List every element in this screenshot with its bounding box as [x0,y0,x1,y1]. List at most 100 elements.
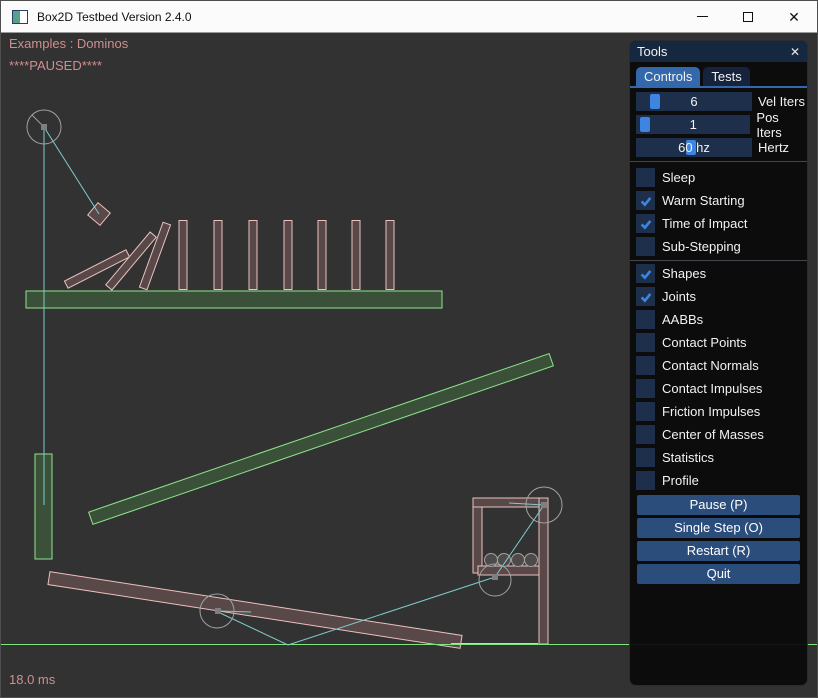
domino-fallen [139,222,170,290]
checkbox-group: Sleep Warm Starting Time of Impact Sub-Step… [630,168,807,490]
checkbox-label: AABBs [662,312,703,327]
checkbox-row: Center of Masses [636,425,807,444]
frame-left-post [473,507,482,573]
checkbox-row: Friction Impulses [636,402,807,421]
app-icon [12,10,28,24]
checkbox-warm-starting[interactable] [636,191,655,210]
checkbox-statistics[interactable] [636,448,655,467]
slider-row: 1Pos Iters [636,115,807,134]
separator [630,161,807,162]
slider-hertz[interactable]: 60 hz [636,138,752,157]
button-group: Pause (P) Single Step (O) Restart (R) Quit [630,495,807,584]
domino [284,221,292,290]
check-icon [639,194,653,208]
checkbox-row: Profile [636,471,807,490]
checkbox-contact-points[interactable] [636,333,655,352]
joint-anchor [215,608,221,614]
tab-controls[interactable]: Controls [636,67,700,86]
checkbox-label: Contact Points [662,335,747,350]
domino [249,221,257,290]
checkbox-profile[interactable] [636,471,655,490]
slider-value: 60 hz [636,138,752,157]
checkbox-aabbs[interactable] [636,310,655,329]
checkbox-row: Sleep [636,168,807,187]
checkbox-row: Contact Points [636,333,807,352]
checkbox-row: Warm Starting [636,191,807,210]
button-quit[interactable]: Quit [637,564,800,584]
checkbox-friction-impulses[interactable] [636,402,655,421]
checkbox-row: Time of Impact [636,214,807,233]
checkbox-time-of-impact[interactable] [636,214,655,233]
domino [214,221,222,290]
slider-label: Hertz [758,140,789,155]
checkbox-row: Statistics [636,448,807,467]
slider-vel-iters[interactable]: 6 [636,92,752,111]
checkbox-row: Contact Impulses [636,379,807,398]
checkbox-row: Joints [636,287,807,306]
canvas-area: Examples : Dominos ****PAUSED**** 18.0 m… [1,33,817,697]
button-pause-p[interactable]: Pause (P) [637,495,800,515]
slider-label: Vel Iters [758,94,805,109]
checkbox-label: Sleep [662,170,695,185]
example-label: Examples : Dominos [9,36,128,51]
checkbox-label: Joints [662,289,696,304]
seesaw-plank [48,572,462,649]
joint-line [44,127,99,214]
tab-tests[interactable]: Tests [703,67,749,86]
minimize-button[interactable] [679,1,725,32]
domino [318,221,326,290]
tools-close-button[interactable]: ✕ [790,45,800,59]
maximize-button[interactable] [725,1,771,32]
platform-shelf [26,291,442,308]
checkbox-row: Shapes [636,264,807,283]
checkbox-label: Contact Normals [662,358,759,373]
ball [512,554,525,567]
slider-value: 1 [636,115,750,134]
button-restart-r[interactable]: Restart (R) [637,541,800,561]
checkbox-row: Contact Normals [636,356,807,375]
slider-pos-iters[interactable]: 1 [636,115,750,134]
checkbox-label: Shapes [662,266,706,281]
frame-right-post [539,498,548,644]
checkbox-label: Friction Impulses [662,404,760,419]
frame-top [473,498,548,507]
checkbox-shapes[interactable] [636,264,655,283]
slider-group: 6Vel Iters1Pos Iters60 hzHertz [630,88,807,157]
joint-anchor [492,574,498,580]
slider-row: 60 hz Hertz [636,138,807,157]
checkbox-label: Time of Impact [662,216,747,231]
checkbox-contact-normals[interactable] [636,356,655,375]
checkbox-row: AABBs [636,310,807,329]
checkbox-joints[interactable] [636,287,655,306]
checkbox-sub-stepping[interactable] [636,237,655,256]
checkbox-label: Warm Starting [662,193,745,208]
separator [630,260,807,261]
close-button[interactable]: ✕ [771,1,817,32]
close-icon: ✕ [788,10,800,24]
check-icon [639,290,653,304]
maximize-icon [743,12,753,22]
checkbox-row: Sub-Stepping [636,237,807,256]
check-icon [639,267,653,281]
tools-panel-title: Tools [637,44,667,59]
joint-anchor [41,124,47,130]
joint-anchor [541,502,547,508]
check-icon [639,217,653,231]
paused-label: ****PAUSED**** [9,58,102,73]
frame-shelf [478,566,548,575]
checkbox-label: Contact Impulses [662,381,762,396]
ball [525,554,538,567]
checkbox-sleep[interactable] [636,168,655,187]
checkbox-center-of-masses[interactable] [636,425,655,444]
checkbox-label: Statistics [662,450,714,465]
domino [352,221,360,290]
button-single-step-o[interactable]: Single Step (O) [637,518,800,538]
slider-row: 6 Vel Iters [636,92,807,111]
domino [386,221,394,290]
checkbox-label: Profile [662,473,699,488]
tools-panel-header[interactable]: Tools ✕ [630,41,807,62]
slider-value: 6 [636,92,752,111]
checkbox-contact-impulses[interactable] [636,379,655,398]
tools-panel: Tools ✕ ControlsTests 6Vel Iters1Pos Ite… [629,40,808,686]
slider-label: Pos Iters [756,110,807,140]
